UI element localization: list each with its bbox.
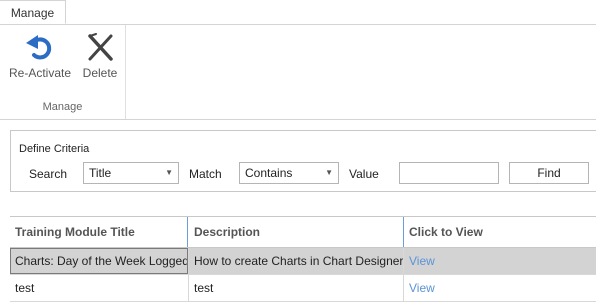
match-label: Match	[189, 167, 222, 181]
reactivate-button[interactable]: Re-Activate	[7, 31, 73, 80]
search-field-select[interactable]: Title ▼	[83, 162, 179, 184]
ribbon-group-label: Manage	[42, 101, 83, 113]
column-separator[interactable]	[187, 217, 188, 247]
ribbon-body: Re-Activate Delete Manage	[0, 25, 596, 120]
view-link[interactable]: View	[404, 248, 504, 274]
criteria-panel: Define Criteria Search Title ▼ Match Con…	[10, 130, 596, 192]
delete-label: Delete	[82, 66, 118, 80]
column-header-click-to-view[interactable]: Click to View	[404, 217, 596, 247]
cell-description: test	[194, 281, 214, 295]
column-header-description[interactable]: Description	[189, 217, 403, 247]
find-button[interactable]: Find	[509, 162, 589, 184]
chevron-down-icon: ▼	[165, 168, 173, 177]
cell-description: How to create Charts in Chart Designer	[194, 254, 403, 268]
grid-header: Training Module Title Description Click …	[10, 216, 596, 248]
criteria-title: Define Criteria	[19, 143, 90, 155]
value-input[interactable]	[399, 162, 499, 184]
search-label: Search	[29, 167, 68, 181]
training-modules-grid: Training Module Title Description Click …	[10, 216, 596, 302]
ribbon-group-manage: Re-Activate Delete Manage	[0, 25, 126, 119]
value-label: Value	[349, 167, 379, 181]
column-header-title[interactable]: Training Module Title	[10, 217, 188, 247]
cell-title: Charts: Day of the Week Logged	[10, 248, 188, 274]
match-value: Contains	[245, 166, 293, 180]
search-field-value: Title	[89, 166, 112, 180]
tab-manage[interactable]: Manage	[0, 0, 66, 24]
view-link[interactable]: View	[404, 275, 504, 301]
delete-button[interactable]: Delete	[80, 31, 120, 80]
reactivate-label: Re-Activate	[8, 66, 72, 80]
delete-x-icon	[84, 31, 116, 63]
ribbon-tab-strip: Manage	[0, 0, 596, 25]
table-row[interactable]: test test View	[10, 275, 596, 302]
reactivate-arrow-icon	[24, 31, 56, 63]
match-select[interactable]: Contains ▼	[239, 162, 339, 184]
table-row[interactable]: Charts: Day of the Week Logged How to cr…	[10, 248, 596, 275]
cell-title: test	[15, 281, 35, 295]
chevron-down-icon: ▼	[325, 168, 333, 177]
